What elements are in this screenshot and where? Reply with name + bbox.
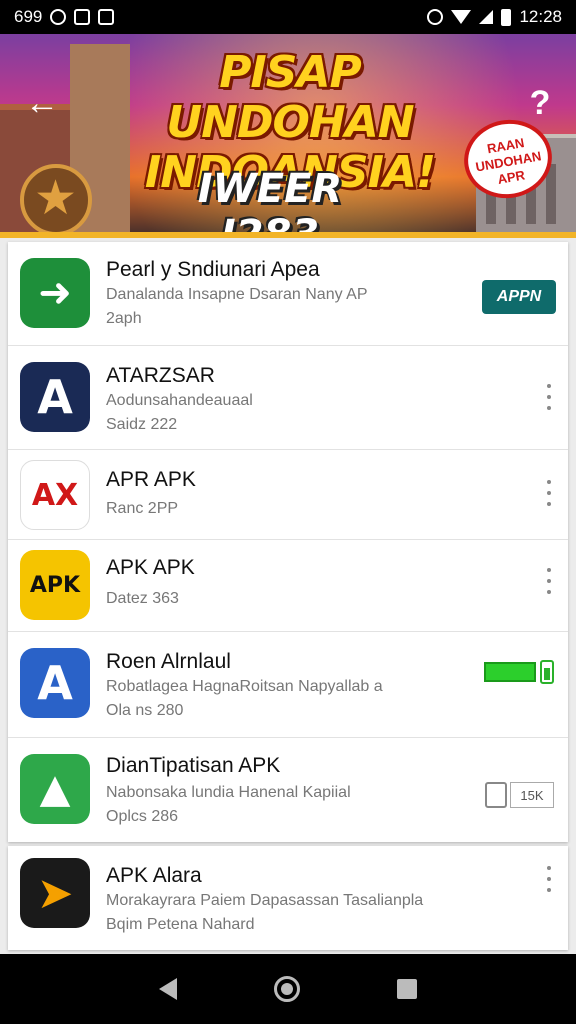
app-title: ATARZSAR [106,364,215,387]
app-meta: Bqim Petena Nahard [106,916,255,933]
alarm-icon [427,9,444,25]
app-list: ➜ Pearl y Sndiunari Apea Danalanda Insap… [8,242,568,842]
size-label: 15K [510,782,554,808]
app-title: DianTipatisan APK [106,754,281,777]
signal-icon [479,10,494,24]
arrow-left-icon[interactable]: ← [24,86,60,122]
app-meta: 2aph [106,310,142,327]
square-recent-icon[interactable] [397,979,418,999]
download-progress-bar [484,662,536,682]
promo-banner[interactable]: PISAP UNDOHAN INDOANSIA! IWEER I283 RAAN… [0,34,576,238]
more-vert-icon[interactable] [544,480,554,506]
app-list-secondary: ➤ APK Alara Morakayrara Paiem Dapasassan… [8,846,568,950]
image-icon [74,9,91,25]
circle-icon [50,9,67,25]
list-item[interactable]: ▲ DianTipatisan APK Nabonsaka lundia Han… [8,738,568,844]
app-meta: Ola ns 280 [106,702,184,719]
list-item[interactable]: APK APK APK Datez 363 [8,540,568,632]
circle-home-icon[interactable] [273,976,300,1002]
app-title: Pearl y Sndiunari Apea [106,258,320,281]
select-checkbox[interactable] [485,782,507,808]
app-title: APR APK [106,468,196,491]
app-description: Nabonsaka lundia Hanenal Kapiial [106,784,351,801]
banner-subtitle: IWEER I283 [197,166,343,238]
app-title: APK APK [106,556,195,579]
banner-title-line1: PISAP UNDOHAN [166,47,414,148]
app-meta: Datez 363 [106,590,179,607]
app-title: APK Alara [106,864,202,887]
triangle-back-icon[interactable] [158,978,177,1000]
more-vert-icon[interactable] [544,866,554,892]
wifi-icon [451,10,472,24]
app-icon: AX [20,460,90,530]
app-icon: A [20,362,90,432]
app-title: Roen Alrnlaul [106,650,231,673]
status-time: 12:28 [519,7,562,26]
app-meta: Oplcs 286 [106,808,179,825]
more-vert-icon[interactable] [544,384,554,410]
status-left-text: 699 [14,7,43,26]
battery-icon [501,8,512,26]
banner-accent-stripe [0,232,576,238]
star-emblem-icon [20,164,92,236]
app-description: Aodunsahandeauaal [106,392,253,409]
list-item[interactable]: ➤ APK Alara Morakayrara Paiem Dapasassan… [8,846,568,950]
app-icon: A [20,648,90,718]
app-description: Robatlagea HagnaRoitsan Napyallab a [106,678,383,695]
battery-icon [540,660,554,684]
list-item[interactable]: A ATARZSAR Aodunsahandeauaal Saidz 222 [8,346,568,450]
app-icon: ➜ [20,258,90,328]
photo-icon [98,9,115,25]
app-description: Morakayrara Paiem Dapasassan Tasalianpla [106,892,424,909]
app-icon: ▲ [20,754,90,824]
app-icon: APK [20,550,90,620]
app-meta: Ranc 2PP [106,500,179,517]
app-meta: Saidz 222 [106,416,178,433]
list-item[interactable]: AX APR APK Ranc 2PP [8,450,568,540]
status-bar: 699 12:28 [0,0,576,34]
list-item[interactable]: ➜ Pearl y Sndiunari Apea Danalanda Insap… [8,242,568,346]
app-icon: ➤ [20,858,90,928]
more-vert-icon[interactable] [544,568,554,594]
list-item[interactable]: A Roen Alrnlaul Robatlagea HagnaRoitsan … [8,632,568,738]
app-description: Danalanda Insapne Dsaran Nany AP [106,286,368,303]
question-icon[interactable]: ? [522,84,558,124]
apk-badge-button[interactable]: APPN [482,280,556,314]
system-nav-bar [0,954,576,1024]
